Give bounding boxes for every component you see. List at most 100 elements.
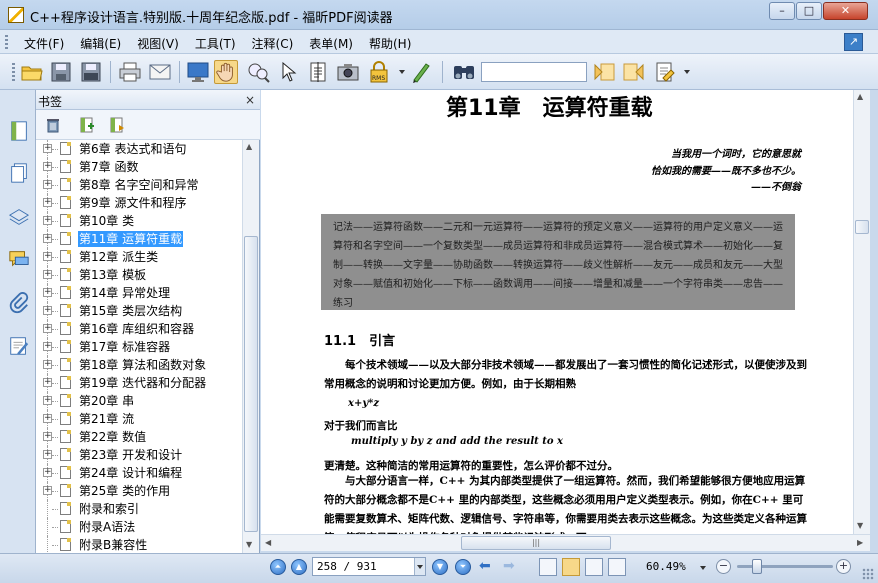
next-page-icon[interactable]: ▼ (432, 559, 448, 575)
document-scroll-thumb[interactable] (855, 220, 869, 234)
menu-comment[interactable]: 注释(C) (252, 35, 294, 52)
find-prev-icon[interactable] (592, 60, 616, 84)
bookmark-label[interactable]: 第21章 流 (78, 411, 135, 427)
expand-toggle-icon[interactable]: + (43, 216, 52, 225)
bookmark-label[interactable]: 第11章 运算符重载 (78, 231, 184, 247)
document-view[interactable]: 第11章 运算符重载 当我用一个词时，它的意思就 恰如我的需要——既不多也不少。… (261, 90, 853, 534)
bookmark-label[interactable]: 第10章 类 (78, 213, 135, 229)
bookmark-item[interactable]: + 第9章 源文件和程序 (36, 194, 242, 212)
document-vertical-scrollbar[interactable]: ▲ ▼ (853, 90, 870, 534)
bookmark-item[interactable]: + 第14章 异常处理 (36, 284, 242, 302)
bookmark-item[interactable]: + 第7章 函数 (36, 158, 242, 176)
text-select-icon[interactable] (306, 60, 330, 84)
comments-panel-icon[interactable] (8, 248, 30, 270)
bookmark-item[interactable]: + 第17章 标准容器 (36, 338, 242, 356)
bookmark-item[interactable]: + 第23章 开发和设计 (36, 446, 242, 464)
bookmark-item[interactable]: +附录B兼容性 (36, 536, 242, 553)
single-page-icon[interactable] (539, 558, 557, 576)
hand-tool-button[interactable] (214, 60, 238, 84)
expand-toggle-icon[interactable]: + (43, 270, 52, 279)
layers-panel-icon[interactable] (8, 206, 30, 228)
facing-page-icon[interactable] (585, 558, 603, 576)
pages-panel-icon[interactable] (8, 162, 30, 184)
expand-toggle-icon[interactable]: + (43, 252, 52, 261)
snapshot-icon[interactable] (336, 60, 360, 84)
scroll-up-arrow-icon[interactable]: ▲ (246, 142, 252, 151)
bookmark-scroll-thumb[interactable] (244, 236, 258, 532)
expand-toggle-icon[interactable]: + (43, 378, 52, 387)
bookmark-label[interactable]: 第7章 函数 (78, 159, 139, 175)
bookmark-label[interactable]: 第14章 异常处理 (78, 285, 171, 301)
expand-toggle-icon[interactable]: + (43, 180, 52, 189)
select-icon[interactable] (277, 60, 301, 84)
expand-toggle-icon[interactable]: + (43, 360, 52, 369)
print-icon[interactable] (118, 60, 142, 84)
expand-toggle-icon[interactable]: + (43, 288, 52, 297)
bookmark-scrollbar[interactable]: ▲ ▼ (242, 140, 259, 553)
continuous-facing-icon[interactable] (608, 558, 626, 576)
document-horizontal-scrollbar[interactable]: ◀ ||| ▶ (261, 534, 870, 551)
menu-edit[interactable]: 编辑(E) (80, 35, 121, 52)
signature-panel-icon[interactable] (8, 335, 30, 357)
bookmark-item[interactable]: +附录A语法 (36, 518, 242, 536)
expand-toggle-icon[interactable]: + (43, 342, 52, 351)
expand-toggle-icon[interactable]: + (43, 234, 52, 243)
find-next-icon[interactable] (622, 60, 646, 84)
expand-toggle-icon[interactable]: + (43, 432, 52, 441)
restore-layout-icon[interactable]: ↗ (844, 33, 863, 51)
bookmark-item[interactable]: + 第22章 数值 (36, 428, 242, 446)
add-bookmark-icon[interactable] (78, 116, 96, 134)
expand-toggle-icon[interactable]: + (43, 144, 52, 153)
fullscreen-icon[interactable] (186, 60, 210, 84)
bookmark-label[interactable]: 附录B兼容性 (78, 537, 148, 553)
expand-toggle-icon[interactable]: + (43, 450, 52, 459)
expand-toggle-icon[interactable]: + (43, 198, 52, 207)
save-as-icon[interactable] (79, 60, 103, 84)
delete-bookmark-icon[interactable] (44, 116, 62, 134)
bookmark-item[interactable]: + 第21章 流 (36, 410, 242, 428)
highlight-dropdown-caret[interactable] (684, 70, 690, 74)
bookmark-item[interactable]: + 第12章 派生类 (36, 248, 242, 266)
menu-file[interactable]: 文件(F) (24, 35, 64, 52)
search-input[interactable] (481, 62, 587, 82)
bookmark-panel-close-button[interactable]: × (245, 93, 255, 107)
email-icon[interactable] (148, 60, 172, 84)
zoom-dropdown-caret[interactable] (700, 566, 706, 570)
typewriter-icon[interactable] (410, 60, 434, 84)
save-icon[interactable] (49, 60, 73, 84)
zoom-tool-icon[interactable] (246, 60, 270, 84)
bookmark-label[interactable]: 第15章 类层次结构 (78, 303, 183, 319)
bookmark-label[interactable]: 第23章 开发和设计 (78, 447, 183, 463)
bookmark-label[interactable]: 第19章 迭代器和分配器 (78, 375, 207, 391)
menu-form[interactable]: 表单(M) (309, 35, 353, 52)
go-forward-icon[interactable]: ➡ (503, 559, 521, 575)
previous-page-icon[interactable]: ▲ (291, 559, 307, 575)
bookmark-item[interactable]: + 第10章 类 (36, 212, 242, 230)
bookmark-label[interactable]: 第18章 算法和函数对象 (78, 357, 207, 373)
bookmark-item[interactable]: + 第18章 算法和函数对象 (36, 356, 242, 374)
page-number-input[interactable]: 258 / 931 (312, 557, 426, 576)
highlight-icon[interactable] (653, 60, 677, 84)
page-dropdown-button[interactable] (414, 558, 425, 575)
bookmark-item[interactable]: + 第24章 设计和编程 (36, 464, 242, 482)
scroll-up-arrow-icon[interactable]: ▲ (857, 92, 863, 101)
expand-toggle-icon[interactable]: + (43, 468, 52, 477)
bookmark-label[interactable]: 第6章 表达式和语句 (78, 141, 187, 157)
minimize-button[interactable]: – (769, 2, 795, 20)
bookmark-item[interactable]: + 第6章 表达式和语句 (36, 140, 242, 158)
menu-view[interactable]: 视图(V) (137, 35, 179, 52)
bookmark-item[interactable]: + 第16章 库组织和容器 (36, 320, 242, 338)
bookmark-item[interactable]: + 第20章 串 (36, 392, 242, 410)
continuous-page-icon[interactable] (562, 558, 580, 576)
zoom-slider-handle[interactable] (752, 559, 763, 574)
zoom-level[interactable]: 60.49% (646, 560, 686, 573)
bookmark-label[interactable]: 第22章 数值 (78, 429, 147, 445)
bookmark-label[interactable]: 第8章 名字空间和异常 (78, 177, 199, 193)
bookmark-item[interactable]: + 第25章 类的作用 (36, 482, 242, 500)
find-icon[interactable] (452, 60, 476, 84)
bookmark-label[interactable]: 第16章 库组织和容器 (78, 321, 195, 337)
attachments-panel-icon[interactable] (8, 292, 30, 314)
expand-toggle-icon[interactable]: + (43, 306, 52, 315)
bookmark-item[interactable]: + 第11章 运算符重载 (36, 230, 242, 248)
close-button[interactable]: ✕ (823, 2, 868, 20)
